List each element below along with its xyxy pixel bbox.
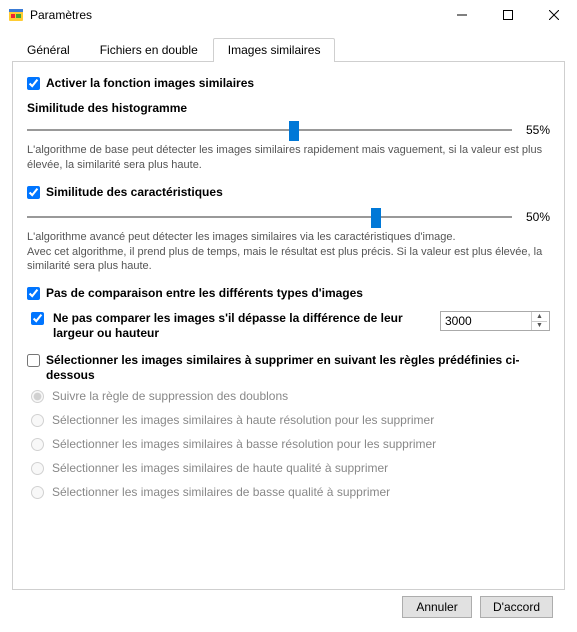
rule-label-highquality: Sélectionner les images similaires de ha… [52,461,388,475]
tab-similar-images[interactable]: Images similaires [213,38,336,62]
rule-label-lowres: Sélectionner les images similaires à bas… [52,437,436,451]
minimize-button[interactable] [439,0,485,30]
enable-similar-checkbox[interactable] [27,77,40,90]
histogram-value: 55% [520,123,550,137]
rules-label: Sélectionner les images similaires à sup… [46,353,550,383]
size-diff-checkbox[interactable] [31,312,44,325]
spinner-down-icon[interactable]: ▼ [532,322,547,331]
size-diff-label: Ne pas comparer les images s'il dépasse … [53,311,434,341]
rule-radio-highres [31,414,44,427]
size-diff-input[interactable] [441,312,531,330]
tabstrip: Général Fichiers en double Images simila… [12,36,565,62]
tab-general[interactable]: Général [12,38,85,62]
rule-label-lowquality: Sélectionner les images similaires de ba… [52,485,390,499]
app-icon [8,7,24,23]
cancel-button[interactable]: Annuler [402,596,472,618]
no-compare-types-checkbox[interactable] [27,287,40,300]
rules-radio-group: Suivre la règle de suppression des doubl… [31,389,550,499]
features-slider[interactable] [27,210,512,224]
features-checkbox[interactable] [27,186,40,199]
histogram-slider[interactable] [27,123,512,137]
size-diff-spinner: ▲ ▼ [440,311,550,331]
no-compare-types-label: Pas de comparaison entre les différents … [46,286,363,301]
close-button[interactable] [531,0,577,30]
rule-radio-highquality [31,462,44,475]
features-label: Similitude des caractéristiques [46,185,223,200]
window-title: Paramètres [30,8,92,22]
rule-radio-duplicates [31,390,44,403]
spinner-up-icon[interactable]: ▲ [532,312,547,322]
rule-label-duplicates: Suivre la règle de suppression des doubl… [52,389,288,403]
histogram-title: Similitude des histogramme [27,101,550,115]
tab-duplicates[interactable]: Fichiers en double [85,38,213,62]
features-value: 50% [520,210,550,224]
rule-label-highres: Sélectionner les images similaires à hau… [52,413,434,427]
panel-similar-images: Activer la fonction images similaires Si… [12,62,565,590]
footer: Annuler D'accord [12,590,565,618]
titlebar: Paramètres [0,0,577,30]
enable-similar-label: Activer la fonction images similaires [46,76,254,91]
rule-radio-lowres [31,438,44,451]
histogram-desc: L'algorithme de base peut détecter les i… [27,143,550,173]
rule-radio-lowquality [31,486,44,499]
ok-button[interactable]: D'accord [480,596,553,618]
features-desc: L'algorithme avancé peut détecter les im… [27,230,550,275]
rules-checkbox[interactable] [27,354,40,367]
maximize-button[interactable] [485,0,531,30]
